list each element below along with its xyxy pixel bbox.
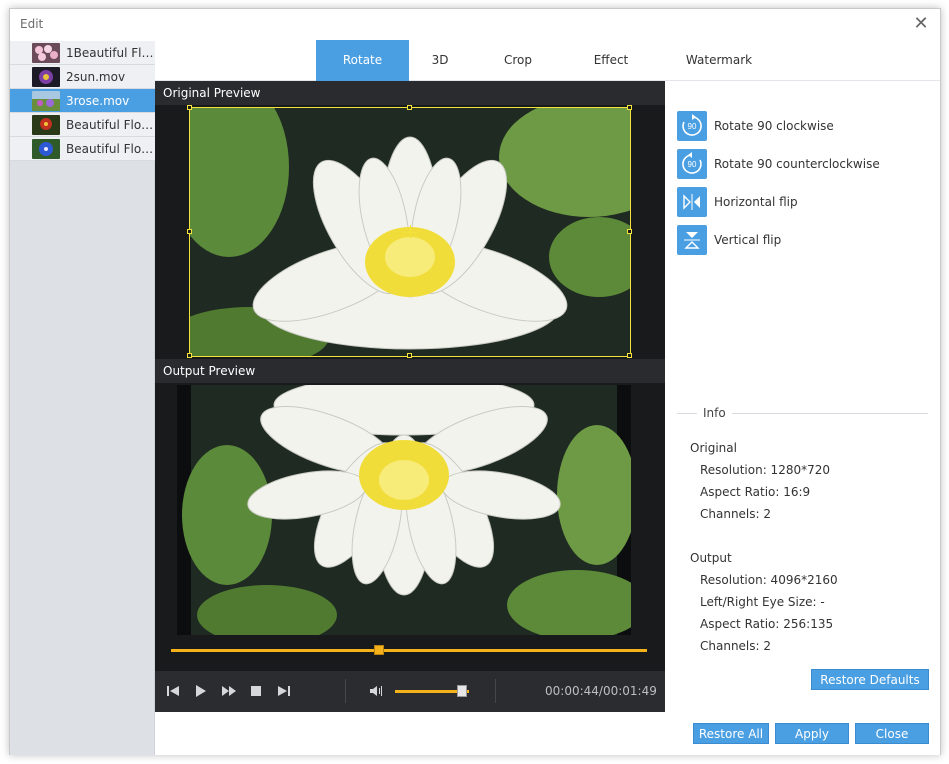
original-preview-label: Original Preview <box>155 81 665 105</box>
output-eye-size: Left/Right Eye Size: - <box>700 595 825 609</box>
tab-crop[interactable]: Crop <box>471 40 565 81</box>
progress-handle[interactable] <box>374 645 384 655</box>
horizontal-flip-icon <box>677 187 707 217</box>
file-label: 2sun.mov <box>66 69 126 84</box>
close-button[interactable]: Close <box>855 723 929 744</box>
original-resolution: Resolution: 1280*720 <box>700 463 831 477</box>
timecode: 00:00:44/00:01:49 <box>545 684 657 698</box>
file-item-2[interactable]: 2sun.mov <box>10 65 155 89</box>
controls-divider <box>495 679 496 703</box>
restore-defaults-button[interactable]: Restore Defaults <box>811 669 929 690</box>
tab-3d[interactable]: 3D <box>409 40 471 81</box>
crop-handle-left[interactable] <box>187 229 192 234</box>
crop-handle-bottom-right[interactable] <box>627 353 632 358</box>
horizontal-flip-label: Horizontal flip <box>714 195 798 209</box>
file-item-4[interactable]: Beautiful Flow... <box>10 113 155 137</box>
rotate-clockwise-label: Rotate 90 clockwise <box>714 119 834 133</box>
rotate-clockwise-button[interactable]: 90 Rotate 90 clockwise <box>677 111 834 141</box>
file-item-1[interactable]: 1Beautiful Flo... <box>10 41 155 65</box>
play-icon[interactable] <box>192 683 208 699</box>
playback-controls: 00:00:44/00:01:49 <box>155 671 665 712</box>
controls-divider <box>345 679 346 703</box>
tab-watermark[interactable]: Watermark <box>657 40 781 81</box>
file-thumbnail-pink-flowers <box>32 42 60 63</box>
output-preview-label: Output Preview <box>155 359 665 383</box>
progress-track[interactable] <box>171 649 647 652</box>
crop-handle-top-right[interactable] <box>627 105 632 110</box>
info-title: Info <box>697 406 732 420</box>
tab-effect[interactable]: Effect <box>565 40 657 81</box>
crop-handle-right[interactable] <box>627 229 632 234</box>
restore-all-button[interactable]: Restore All <box>693 723 769 744</box>
output-preview-image <box>177 385 631 635</box>
rotate-counterclockwise-label: Rotate 90 counterclockwise <box>714 157 880 171</box>
vertical-flip-button[interactable]: Vertical flip <box>677 225 781 255</box>
vertical-flip-label: Vertical flip <box>714 233 782 247</box>
file-thumbnail-purple-flower <box>32 66 60 87</box>
original-channels: Channels: 2 <box>700 507 772 521</box>
file-thumbnail-red-flower <box>32 114 60 135</box>
file-label: Beautiful Flow... <box>66 117 155 132</box>
apply-button[interactable]: Apply <box>775 723 849 744</box>
file-label: Beautiful Flow... <box>66 141 155 156</box>
file-item-5[interactable]: Beautiful Flow... <box>10 137 155 161</box>
crop-handle-bottom[interactable] <box>407 353 412 358</box>
rotate-clockwise-icon: 90 <box>677 111 707 141</box>
crop-center-crosshair-vertical <box>410 225 411 239</box>
crop-handle-top[interactable] <box>407 105 412 110</box>
output-heading: Output <box>690 551 732 565</box>
fast-forward-icon[interactable] <box>221 683 237 699</box>
window-title: Edit <box>20 17 44 31</box>
preview-area: Original Preview Output Preview 00:00:44… <box>155 81 665 712</box>
crop-handle-top-left[interactable] <box>187 105 192 110</box>
water-lily-output <box>177 385 631 635</box>
file-item-3[interactable]: 3rose.mov <box>10 89 155 113</box>
rotate-clockwise-badge: 90 <box>688 122 697 131</box>
rotate-counterclockwise-badge: 90 <box>688 160 697 169</box>
file-thumbnail-tulip-field <box>32 90 60 111</box>
rotate-options-panel: 90 Rotate 90 clockwise 90 Rotate 90 coun… <box>665 81 940 712</box>
output-channels: Channels: 2 <box>700 639 772 653</box>
file-label: 3rose.mov <box>66 93 130 108</box>
output-aspect-ratio: Aspect Ratio: 256:135 <box>700 617 834 631</box>
edit-dialog: Edit ✕ 1Beautiful Flo... 2sun.mov 3rose.… <box>9 8 941 755</box>
original-heading: Original <box>690 441 737 455</box>
stop-icon[interactable] <box>248 683 264 699</box>
volume-icon[interactable] <box>368 683 384 699</box>
previous-icon[interactable] <box>165 683 181 699</box>
rotate-counterclockwise-icon: 90 <box>677 149 707 179</box>
file-thumbnail-blue-flower <box>32 138 60 159</box>
rotate-counterclockwise-button[interactable]: 90 Rotate 90 counterclockwise <box>677 149 880 179</box>
edit-tabs: Rotate 3D Crop Effect Watermark <box>155 40 940 81</box>
vertical-flip-icon <box>677 225 707 255</box>
file-list: 1Beautiful Flo... 2sun.mov 3rose.mov Bea… <box>10 41 155 755</box>
next-icon[interactable] <box>276 683 292 699</box>
volume-handle[interactable] <box>456 685 467 697</box>
crop-handle-bottom-left[interactable] <box>187 353 192 358</box>
tab-rotate[interactable]: Rotate <box>316 40 409 81</box>
title-bar: Edit ✕ <box>10 9 940 41</box>
file-label: 1Beautiful Flo... <box>66 45 155 60</box>
horizontal-flip-button[interactable]: Horizontal flip <box>677 187 798 217</box>
dialog-footer: Restore All Apply Close <box>155 712 940 755</box>
output-resolution: Resolution: 4096*2160 <box>700 573 838 587</box>
close-icon[interactable]: ✕ <box>911 14 931 34</box>
original-aspect-ratio: Aspect Ratio: 16:9 <box>700 485 811 499</box>
